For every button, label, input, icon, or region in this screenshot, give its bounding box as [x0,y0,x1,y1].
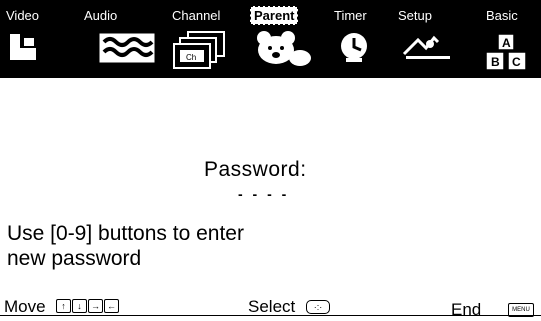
select-key-icon: ·:· [306,298,331,316]
basic-abc-icon: A B C [485,33,527,71]
instruction-text: Use [0-9] buttons to enter new password [7,222,244,270]
password-label: Password: [204,158,307,181]
tab-basic-label: Basic [486,8,518,23]
timer-clock-icon [341,33,367,62]
svg-text:Ch: Ch [186,53,196,62]
svg-text:A: A [502,36,511,50]
audio-icon [99,33,155,63]
tab-setup-label: Setup [398,8,432,23]
menu-key-glyph: MENU [508,302,534,317]
channel-icon: Ch [173,31,225,69]
select-label: Select [248,297,296,316]
setup-icon [402,35,450,59]
parent-teddy-bear-icon [250,28,314,68]
svg-text:B: B [491,55,500,69]
tab-video-label: Video [6,8,40,23]
video-icon [10,34,36,60]
right-arrow-key-icon: → [88,298,103,313]
password-input[interactable]: - - - - [238,186,289,202]
tab-parent-label: Parent [250,6,299,25]
down-arrow-key-icon: ↓ [72,298,87,313]
tab-audio-label: Audio [84,8,118,23]
svg-text:C: C [512,55,521,69]
select-key-glyph: ·:· [306,299,330,314]
tab-channel-label: Channel [172,8,221,23]
tab-timer-label: Timer [334,8,367,23]
move-label: Move [4,297,46,316]
menu-key-icon: MENU [508,301,535,319]
up-arrow-key-icon: ↑ [56,298,71,313]
menu-bar: Video Audio Channel Ch Parent Timer Setu… [0,0,541,78]
end-label: End [451,300,482,319]
left-arrow-key-icon: ← [104,298,119,313]
move-keys: ↑ ↓ → ← [56,297,120,315]
